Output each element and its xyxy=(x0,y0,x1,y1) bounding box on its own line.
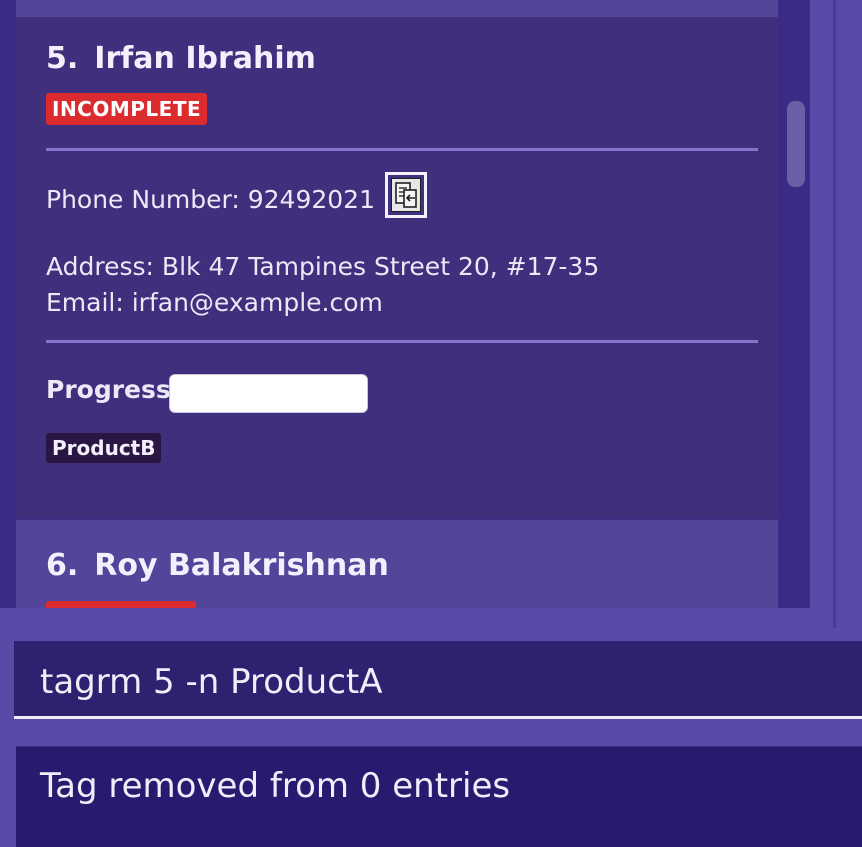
divider xyxy=(46,148,758,151)
status-badge xyxy=(46,601,196,608)
person-card-previous[interactable] xyxy=(16,0,778,17)
status-badge: INCOMPLETE xyxy=(46,93,208,125)
person-name: 6. Roy Balakrishnan xyxy=(46,548,389,583)
tag-productb: ProductB xyxy=(46,433,162,463)
person-index: 5. xyxy=(46,41,79,76)
result-message: Tag removed from 0 entries xyxy=(40,766,511,806)
phone-number: Phone Number: 92492021 xyxy=(46,185,375,214)
person-name-text: Roy Balakrishnan xyxy=(94,548,389,583)
address: Address: Blk 47 Tampines Street 20, #17-… xyxy=(46,252,600,281)
progress-label: Progress: xyxy=(46,375,181,404)
person-name-text: Irfan Ibrahim xyxy=(94,41,316,76)
scrollbar-thumb[interactable] xyxy=(787,101,805,187)
copy-phone-button[interactable] xyxy=(385,172,427,218)
command-input[interactable]: tagrm 5 -n ProductA xyxy=(40,662,382,702)
copy-icon xyxy=(391,178,421,212)
email: Email: irfan@example.com xyxy=(46,288,383,317)
person-name: 5. Irfan Ibrahim xyxy=(46,41,316,76)
person-index: 6. xyxy=(46,548,79,583)
result-display: Tag removed from 0 entries xyxy=(16,746,862,847)
person-card-next[interactable]: 6. Roy Balakrishnan xyxy=(16,520,778,608)
scrollbar-track[interactable] xyxy=(778,0,810,608)
panel-divider xyxy=(833,0,836,628)
progress-bar xyxy=(169,374,368,413)
person-list-panel[interactable]: 5. Irfan Ibrahim INCOMPLETE Phone Number:… xyxy=(0,0,810,608)
divider xyxy=(46,340,758,343)
command-input-box[interactable]: tagrm 5 -n ProductA xyxy=(14,641,862,719)
person-card-selected[interactable]: 5. Irfan Ibrahim INCOMPLETE Phone Number:… xyxy=(16,17,778,519)
copy-icon-glyph xyxy=(395,182,417,208)
